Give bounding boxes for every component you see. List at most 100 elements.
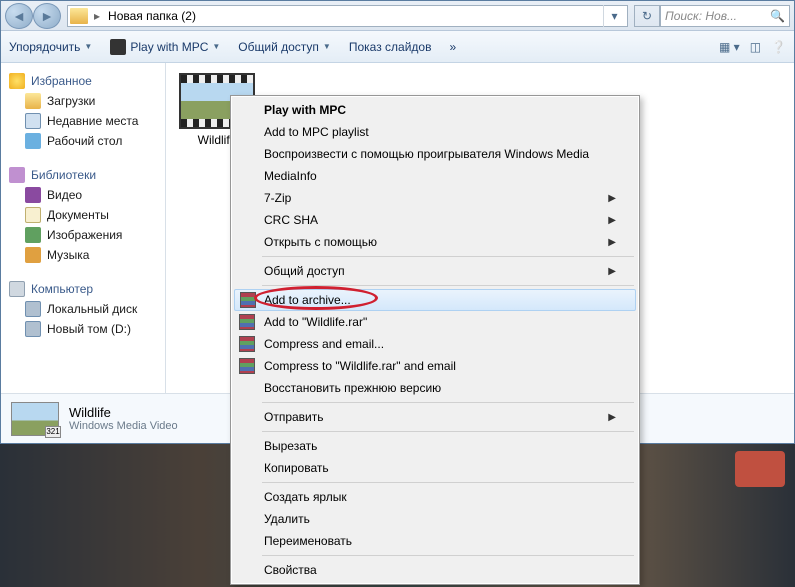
organize-button[interactable]: Упорядочить▼ — [9, 40, 92, 54]
submenu-arrow-icon: ▶ — [608, 266, 616, 277]
details-filetype: Windows Media Video — [69, 420, 178, 432]
search-input[interactable]: Поиск: Нов... 🔍 — [660, 5, 790, 27]
submenu-arrow-icon: ▶ — [608, 215, 616, 226]
context-item-label: Compress and email... — [264, 337, 384, 351]
sidebar-item-localdisk[interactable]: Локальный диск — [5, 299, 161, 319]
context-item[interactable]: Add to "Wildlife.rar" — [234, 311, 636, 333]
context-item-label: Play with MPC — [264, 103, 346, 117]
context-item-label: Свойства — [264, 563, 317, 577]
context-item-label: CRC SHA — [264, 213, 318, 227]
titlebar: ◄ ► ▸ Новая папка (2) ▾ ↻ Поиск: Нов... … — [1, 1, 794, 31]
details-thumb-icon: 321 — [11, 402, 59, 436]
help-icon[interactable]: ❔ — [771, 40, 786, 54]
desktop-icon — [25, 133, 41, 149]
context-item[interactable]: MediaInfo — [234, 165, 636, 187]
breadcrumb-sep: ▸ — [92, 9, 102, 23]
context-separator — [262, 555, 634, 556]
address-dropdown[interactable]: ▾ — [603, 5, 625, 27]
context-item[interactable]: Открыть с помощью ▶ — [234, 231, 636, 253]
context-item-label: Переименовать — [264, 534, 352, 548]
context-menu: Play with MPC Add to MPC playlist Воспроиз… — [230, 95, 640, 585]
context-item[interactable]: Общий доступ ▶ — [234, 260, 636, 282]
star-icon — [9, 73, 25, 89]
sidebar-computer[interactable]: Компьютер — [5, 279, 161, 299]
context-item[interactable]: Свойства — [234, 559, 636, 581]
preview-pane-icon[interactable]: ◫ — [750, 40, 761, 54]
context-item-label: Создать ярлык — [264, 490, 347, 504]
play-mpc-button[interactable]: Play with MPC▼ — [110, 39, 220, 55]
rar-icon — [239, 336, 255, 352]
nav-forward-button[interactable]: ► — [33, 3, 61, 29]
refresh-button[interactable]: ↻ — [634, 5, 660, 27]
context-item[interactable]: CRC SHA ▶ — [234, 209, 636, 231]
context-item[interactable]: Add to MPC playlist — [234, 121, 636, 143]
context-item[interactable]: Add to archive... — [234, 289, 636, 311]
sidebar-item-desktop[interactable]: Рабочий стол — [5, 131, 161, 151]
folder-icon — [70, 8, 88, 24]
desktop-widget — [735, 451, 785, 487]
context-item-label: MediaInfo — [264, 169, 317, 183]
sidebar-item-images[interactable]: Изображения — [5, 225, 161, 245]
context-separator — [262, 256, 634, 257]
music-icon — [25, 247, 41, 263]
share-button[interactable]: Общий доступ▼ — [238, 40, 331, 54]
context-item[interactable]: Переименовать — [234, 530, 636, 552]
context-item-label: Удалить — [264, 512, 310, 526]
hdd-icon — [25, 301, 41, 317]
context-item[interactable]: Отправить▶ — [234, 406, 636, 428]
context-item[interactable]: Воспроизвести с помощью проигрывателя Wi… — [234, 143, 636, 165]
context-item-label: Add to MPC playlist — [264, 125, 369, 139]
context-item[interactable]: Compress to "Wildlife.rar" and email — [234, 355, 636, 377]
context-separator — [262, 431, 634, 432]
libraries-icon — [9, 167, 25, 183]
context-separator — [262, 285, 634, 286]
context-item[interactable]: Восстановить прежнюю версию — [234, 377, 636, 399]
downloads-icon — [25, 93, 41, 109]
toolbar: Упорядочить▼ Play with MPC▼ Общий доступ… — [1, 31, 794, 63]
sidebar-item-documents[interactable]: Документы — [5, 205, 161, 225]
sidebar-favorites[interactable]: Избранное — [5, 71, 161, 91]
rar-icon — [239, 314, 255, 330]
sidebar-item-volume-d[interactable]: Новый том (D:) — [5, 319, 161, 339]
context-item[interactable]: Вырезать — [234, 435, 636, 457]
sidebar: Избранное Загрузки Недавние места Рабочи… — [1, 63, 166, 393]
context-separator — [262, 402, 634, 403]
view-icon[interactable]: ▦ ▾ — [719, 40, 740, 54]
context-item-label: Общий доступ — [264, 264, 345, 278]
details-filename: Wildlife — [69, 405, 178, 420]
mpc-icon — [110, 39, 126, 55]
context-item[interactable]: 7-Zip▶ — [234, 187, 636, 209]
hdd-icon — [25, 321, 41, 337]
sidebar-item-downloads[interactable]: Загрузки — [5, 91, 161, 111]
submenu-arrow-icon: ▶ — [608, 193, 616, 204]
context-item-label: Восстановить прежнюю версию — [264, 381, 441, 395]
sidebar-item-music[interactable]: Музыка — [5, 245, 161, 265]
context-item[interactable]: Создать ярлык — [234, 486, 636, 508]
recent-icon — [25, 113, 41, 129]
context-item[interactable]: Удалить — [234, 508, 636, 530]
context-item[interactable]: Копировать — [234, 457, 636, 479]
rar-icon — [239, 358, 255, 374]
context-item-label: Открыть с помощью — [264, 235, 377, 249]
context-item-label: Add to archive... — [264, 293, 351, 307]
context-item-label: Compress to "Wildlife.rar" and email — [264, 359, 456, 373]
breadcrumb-current[interactable]: Новая папка (2) — [102, 9, 202, 23]
sidebar-item-video[interactable]: Видео — [5, 185, 161, 205]
context-item[interactable]: Compress and email... — [234, 333, 636, 355]
submenu-arrow-icon: ▶ — [608, 237, 616, 248]
search-icon: 🔍 — [770, 9, 785, 23]
context-separator — [262, 482, 634, 483]
context-item-label: Воспроизвести с помощью проигрывателя Wi… — [264, 147, 589, 161]
context-item[interactable]: Play with MPC — [234, 99, 636, 121]
search-placeholder: Поиск: Нов... — [665, 9, 737, 23]
sidebar-libraries[interactable]: Библиотеки — [5, 165, 161, 185]
context-item-label: Вырезать — [264, 439, 317, 453]
toolbar-overflow[interactable]: » — [449, 40, 456, 54]
sidebar-item-recent[interactable]: Недавние места — [5, 111, 161, 131]
context-item-label: Add to "Wildlife.rar" — [264, 315, 367, 329]
computer-icon — [9, 281, 25, 297]
nav-back-button[interactable]: ◄ — [5, 3, 33, 29]
address-bar[interactable]: ▸ Новая папка (2) ▾ — [67, 5, 628, 27]
documents-icon — [25, 207, 41, 223]
slideshow-button[interactable]: Показ слайдов — [349, 40, 432, 54]
